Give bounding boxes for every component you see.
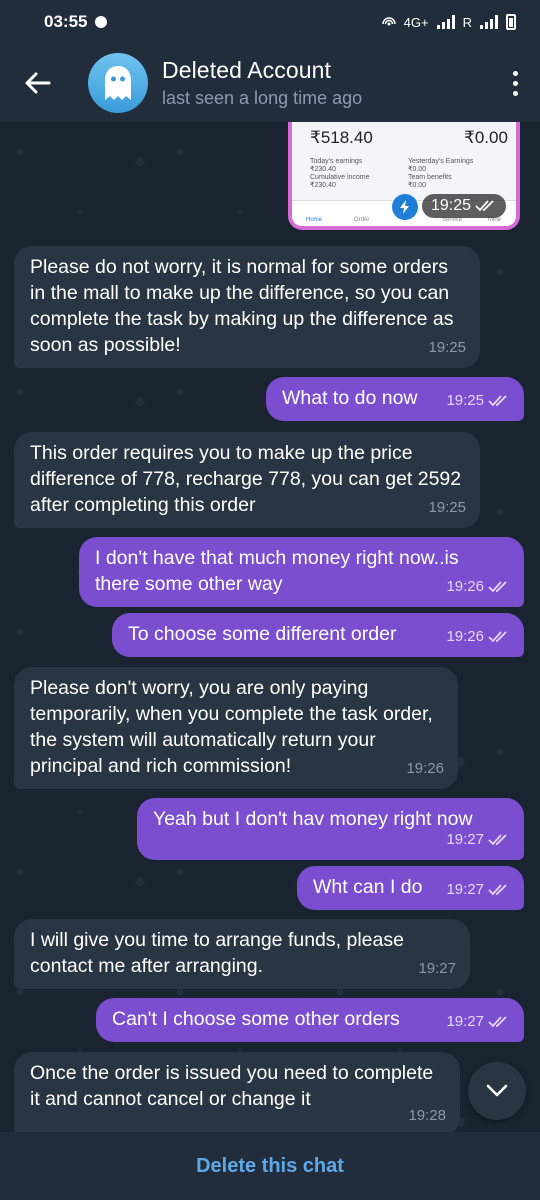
menu-dot: [512, 90, 518, 96]
message-time: 19:27: [446, 1009, 510, 1035]
roaming-indicator: R: [462, 14, 472, 30]
screenshot-image: ₹518.40 ₹0.00 Today's earnings ₹230.40 C…: [292, 122, 516, 226]
contact-name: Deleted Account: [162, 57, 332, 83]
message-time-text: 19:26: [446, 578, 484, 595]
network-type: 4G+: [403, 14, 429, 30]
battery-icon: [506, 14, 516, 30]
hotspot-icon: [381, 17, 396, 26]
message-time: 19:26: [446, 624, 510, 650]
message-time-text: 19:27: [446, 881, 484, 898]
double-check-icon: [475, 200, 494, 212]
message-text: Yeah but I don't hav money right now: [153, 808, 473, 830]
screenshot-label: Team benefits: [408, 174, 452, 181]
signal-icon-2: [480, 15, 498, 29]
message-text: This order requires you to make up the p…: [30, 442, 462, 516]
message-time: 19:27: [446, 877, 510, 903]
screenshot-value: ₹0.00: [408, 182, 427, 189]
message-outgoing[interactable]: Yeah but I don't hav money right now 19:…: [137, 798, 524, 860]
message-text: Once the order is issued you need to com…: [30, 1062, 434, 1110]
screenshot-label: Cumulative income: [310, 174, 370, 181]
message-outgoing[interactable]: Wht can I do 19:27: [297, 866, 524, 910]
delete-chat-button[interactable]: Delete this chat: [196, 1155, 344, 1178]
signal-icon: [436, 15, 455, 29]
message-incoming[interactable]: Once the order is issued you need to com…: [14, 1052, 460, 1132]
message-time-text: 19:27: [446, 1013, 484, 1030]
chevron-down-icon: [486, 1084, 508, 1097]
message-text: What to do now: [282, 387, 418, 409]
status-bar: 03:55 4G+ R: [0, 0, 540, 44]
message-time: 19:28: [408, 1107, 446, 1124]
scroll-to-bottom-button[interactable]: [468, 1062, 526, 1120]
menu-dot: [512, 80, 518, 86]
screenshot-amount-right: ₹0.00: [464, 128, 508, 147]
message-text: Wht can I do: [313, 876, 423, 898]
screenshot-label: Today's earnings: [310, 158, 363, 165]
contact-status: last seen a long time ago: [162, 88, 363, 108]
contact-info[interactable]: Deleted Account last seen a long time ag…: [162, 57, 362, 109]
double-check-icon: [488, 395, 507, 407]
message-text: Please don't worry, you are only paying …: [30, 677, 433, 777]
message-time-text: 19:26: [446, 628, 484, 645]
screenshot-nav-order: Order: [354, 217, 370, 223]
message-incoming[interactable]: This order requires you to make up the p…: [14, 432, 480, 528]
double-check-icon: [488, 834, 507, 846]
double-check-icon: [488, 884, 507, 896]
back-button[interactable]: [0, 44, 76, 122]
arrow-left-icon: [25, 72, 51, 94]
message-time: 19:27: [418, 960, 456, 977]
message-outgoing[interactable]: Can't I choose some other orders 19:27: [96, 998, 524, 1042]
message-time: 19:25: [446, 388, 510, 414]
screenshot-label: Yesterday's Earnings: [408, 158, 474, 165]
screenshot-value: ₹0.00: [408, 166, 427, 173]
image-time-text: 19:25: [430, 197, 471, 214]
message-text: I will give you time to arrange funds, p…: [30, 929, 404, 977]
bottom-bar: Delete this chat: [0, 1132, 540, 1200]
message-time: 19:25: [428, 499, 466, 516]
message-text: Please do not worry, it is normal for so…: [30, 256, 454, 356]
chat-header: Deleted Account last seen a long time ag…: [0, 44, 540, 122]
screenshot-value: ₹230.40: [310, 182, 336, 189]
lightning-icon: [392, 194, 418, 220]
message-time: 19:25: [428, 339, 466, 356]
more-vertical-icon: [512, 70, 518, 76]
double-check-icon: [488, 581, 507, 593]
message-outgoing[interactable]: What to do now 19:25: [266, 377, 524, 421]
message-time-text: 19:27: [446, 831, 484, 848]
double-check-icon: [488, 631, 507, 643]
avatar[interactable]: [88, 53, 148, 113]
screenshot-nav-home: Home: [306, 217, 323, 223]
message-incoming[interactable]: Please do not worry, it is normal for so…: [14, 246, 480, 368]
double-check-icon: [488, 1016, 507, 1028]
message-text: To choose some different order: [128, 623, 397, 645]
chat-notification-icon: [95, 16, 108, 28]
message-incoming[interactable]: Please don't worry, you are only paying …: [14, 667, 458, 789]
message-text: Can't I choose some other orders: [112, 1008, 400, 1030]
image-message[interactable]: ₹518.40 ₹0.00 Today's earnings ₹230.40 C…: [288, 122, 520, 230]
message-time-text: 19:25: [446, 392, 484, 409]
chat-area[interactable]: ₹518.40 ₹0.00 Today's earnings ₹230.40 C…: [0, 122, 540, 1132]
status-time: 03:55: [44, 12, 88, 31]
message-time: 19:26: [446, 574, 510, 600]
image-time: 19:25: [421, 194, 506, 218]
message-incoming[interactable]: I will give you time to arrange funds, p…: [14, 919, 470, 989]
message-time: 19:26: [406, 760, 444, 777]
more-menu-button[interactable]: [490, 53, 540, 113]
message-text: I don't have that much money right now..…: [95, 547, 459, 595]
message-time: 19:27: [446, 827, 510, 853]
message-outgoing[interactable]: I don't have that much money right now..…: [79, 537, 524, 607]
ghost-icon: [105, 66, 131, 100]
message-outgoing[interactable]: To choose some different order 19:26: [112, 613, 524, 657]
status-indicators: 4G+ R: [381, 14, 516, 30]
screenshot-amount-left: ₹518.40: [310, 128, 373, 147]
screenshot-value: ₹230.40: [310, 166, 336, 173]
